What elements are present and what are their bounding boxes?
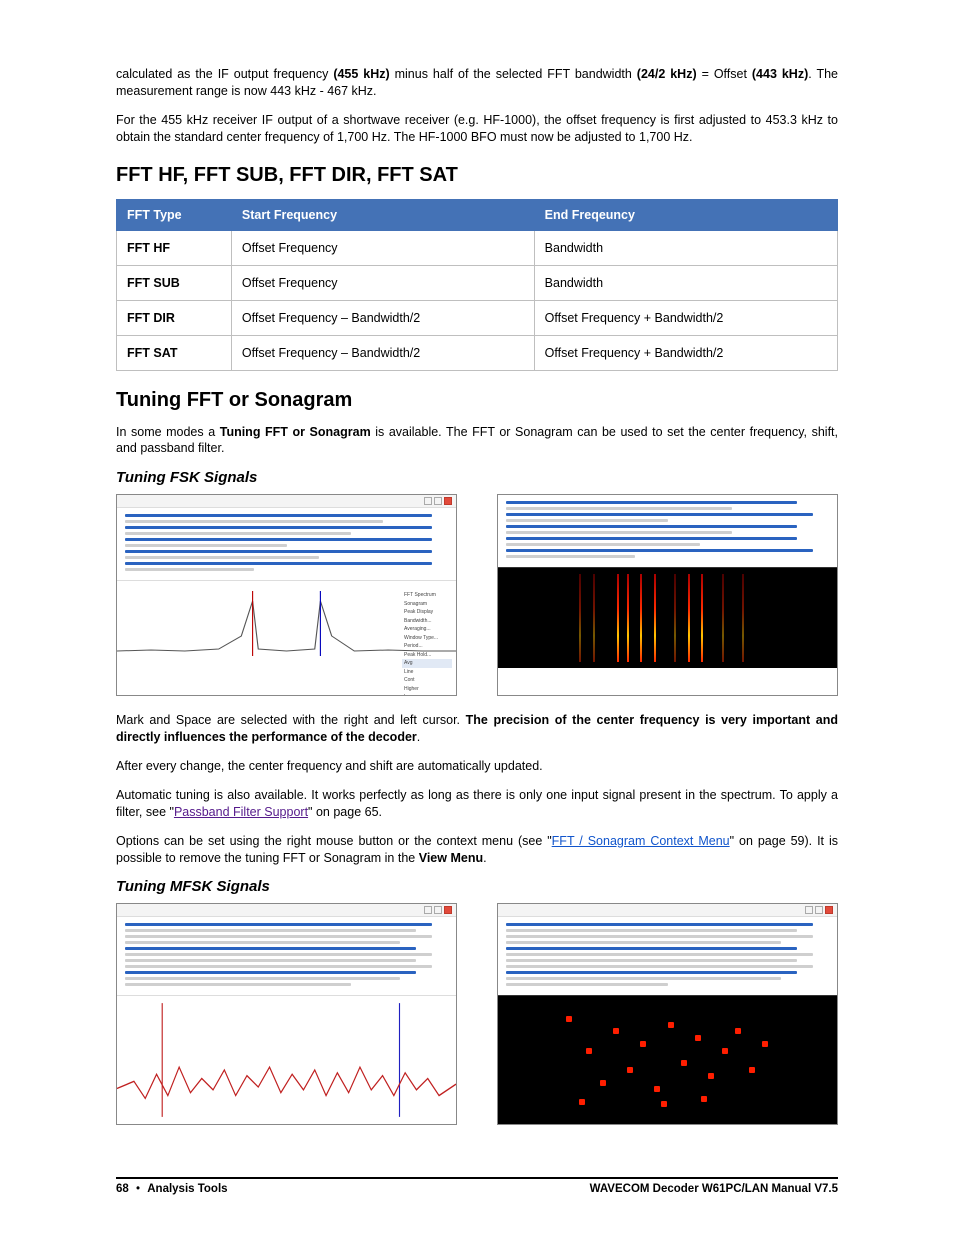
window-titlebar bbox=[498, 904, 837, 917]
fsk-p3: Automatic tuning is also available. It w… bbox=[116, 787, 838, 821]
fsk-p4: Options can be set using the right mouse… bbox=[116, 833, 838, 867]
intro-p1: calculated as the IF output frequency (4… bbox=[116, 66, 838, 100]
footer-page: 68 bbox=[116, 1183, 129, 1195]
tuning-fft-heading: Tuning FFT or Sonagram bbox=[116, 389, 838, 412]
tuning-fft-p1: In some modes a Tuning FFT or Sonagram i… bbox=[116, 424, 838, 458]
fsk-figures-row: FFT SpectrumSonagramPeak Display Bandwid… bbox=[116, 494, 838, 696]
window-titlebar bbox=[117, 904, 456, 917]
table-row: FFT SUB Offset Frequency Bandwidth bbox=[117, 265, 838, 300]
table-row: FFT HF Offset Frequency Bandwidth bbox=[117, 230, 838, 265]
fsk-sonagram-screenshot bbox=[497, 494, 838, 696]
window-titlebar bbox=[117, 495, 456, 508]
mfsk-sonagram-plot bbox=[498, 995, 837, 1124]
page-footer: 68 • Analysis Tools WAVECOM Decoder W61P… bbox=[116, 1177, 838, 1195]
close-icon bbox=[444, 497, 452, 505]
col-fft-type: FFT Type bbox=[117, 199, 232, 230]
mfsk-figures-row bbox=[116, 903, 838, 1125]
intro-p2: For the 455 kHz receiver IF output of a … bbox=[116, 112, 838, 146]
tuning-fsk-heading: Tuning FSK Signals bbox=[116, 469, 838, 486]
mfsk-sonagram-screenshot bbox=[497, 903, 838, 1125]
table-header-row: FFT Type Start Frequency End Freqeuncy bbox=[117, 199, 838, 230]
fft-types-heading: FFT HF, FFT SUB, FFT DIR, FFT SAT bbox=[116, 164, 838, 187]
mfsk-fft-plot bbox=[117, 995, 456, 1124]
tuning-mfsk-heading: Tuning MFSK Signals bbox=[116, 878, 838, 895]
passband-filter-link[interactable]: Passband Filter Support bbox=[174, 805, 308, 819]
mfsk-fft-screenshot bbox=[116, 903, 457, 1125]
fft-type-table: FFT Type Start Frequency End Freqeuncy F… bbox=[116, 199, 838, 371]
close-icon bbox=[825, 906, 833, 914]
table-row: FFT SAT Offset Frequency – Bandwidth/2 O… bbox=[117, 335, 838, 370]
context-menu: FFT SpectrumSonagramPeak Display Bandwid… bbox=[402, 591, 452, 696]
footer-section: Analysis Tools bbox=[147, 1183, 227, 1195]
table-row: FFT DIR Offset Frequency – Bandwidth/2 O… bbox=[117, 300, 838, 335]
fsk-p1: Mark and Space are selected with the rig… bbox=[116, 712, 838, 746]
fsk-fft-screenshot: FFT SpectrumSonagramPeak Display Bandwid… bbox=[116, 494, 457, 696]
footer-product: WAVECOM Decoder W61PC/LAN Manual V7.5 bbox=[590, 1183, 838, 1195]
col-end-freq: End Freqeuncy bbox=[534, 199, 837, 230]
close-icon bbox=[444, 906, 452, 914]
fsk-p2: After every change, the center frequency… bbox=[116, 758, 838, 775]
sonagram-plot bbox=[498, 567, 837, 668]
col-start-freq: Start Frequency bbox=[231, 199, 534, 230]
fft-sonagram-context-link[interactable]: FFT / Sonagram Context Menu bbox=[552, 834, 730, 848]
